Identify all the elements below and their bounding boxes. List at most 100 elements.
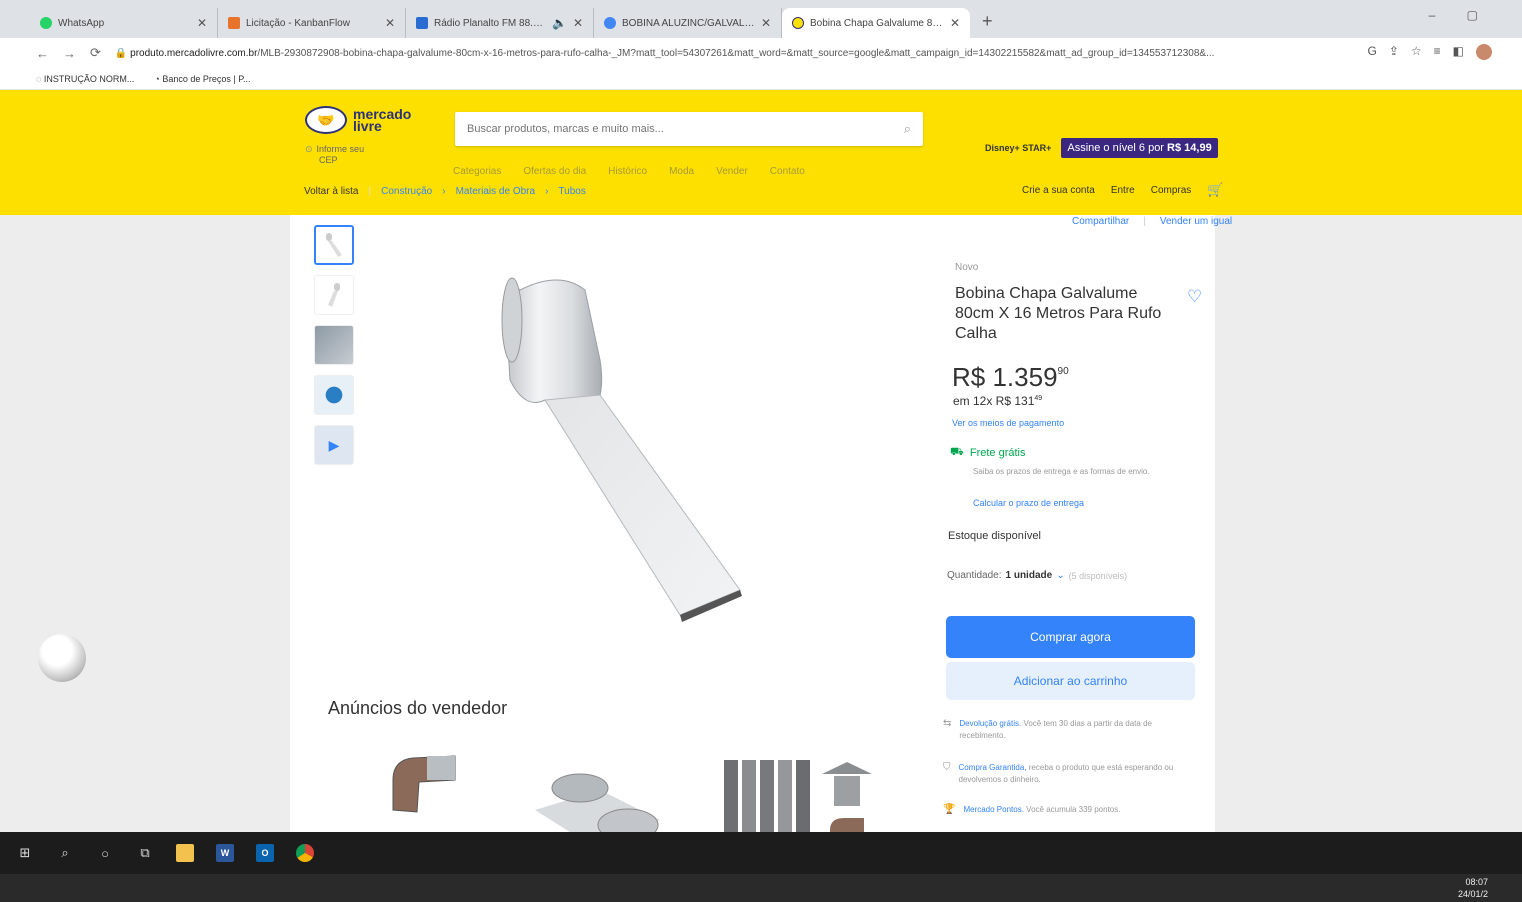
radio-icon xyxy=(416,17,428,29)
globe-icon: ◌ xyxy=(36,73,44,84)
google-lens-icon[interactable]: G xyxy=(1367,44,1376,60)
crumb-construcao[interactable]: Construção xyxy=(381,186,432,197)
chevron-down-icon: ⌄ xyxy=(1056,570,1065,581)
browser-tab-bar: WhatsApp ✕ Licitação - KanbanFlow ✕ Rádi… xyxy=(0,0,1522,38)
word-icon[interactable]: W xyxy=(216,844,234,862)
mercado-points-link[interactable]: Mercado Pontos. xyxy=(963,805,1023,814)
shield-icon: ⛉ xyxy=(943,762,951,773)
nav-contato[interactable]: Contato xyxy=(770,166,805,177)
nav-ofertas[interactable]: Ofertas do dia xyxy=(523,166,586,177)
quantity-selector[interactable]: Quantidade: 1 unidade ⌄ (5 disponíveis) xyxy=(947,570,1127,581)
close-icon[interactable]: ✕ xyxy=(385,16,395,30)
mercadolivre-icon xyxy=(792,17,804,29)
bookmark-banco-precos[interactable]: ◔ Banco de Preços | P... xyxy=(154,74,250,84)
buy-now-button[interactable]: Comprar agora xyxy=(946,616,1195,658)
url-field[interactable]: 🔒 produto.mercadolivre.com.br/MLB-293087… xyxy=(115,48,1315,59)
address-bar: ← → ⟳ 🔒 produto.mercadolivre.com.br/MLB-… xyxy=(0,38,1522,68)
tab-whatsapp[interactable]: WhatsApp ✕ xyxy=(30,8,218,38)
tab-bobina-active[interactable]: Bobina Chapa Galvalume 80cm ✕ xyxy=(782,8,970,38)
location-pin-icon: ⊙ xyxy=(305,144,313,154)
windows-start-icon[interactable]: ⊞ xyxy=(16,844,34,862)
back-icon[interactable]: ← xyxy=(36,46,49,61)
create-account-link[interactable]: Crie a sua conta xyxy=(1022,185,1095,196)
header-nav: Categorias Ofertas do dia Histórico Moda… xyxy=(453,166,805,177)
calculate-shipping-link[interactable]: Calcular o prazo de entrega xyxy=(973,498,1084,508)
window-controls[interactable]: – ▢ xyxy=(1429,8,1492,22)
search-input[interactable] xyxy=(467,123,867,135)
kanbanflow-icon xyxy=(228,17,240,29)
close-icon[interactable]: ✕ xyxy=(197,16,207,30)
bookmarks-bar: ◌ INSTRUÇÃO NORM... ◔ Banco de Preços | … xyxy=(0,68,1522,90)
address-bar-actions: G ⇪ ☆ ≡ ◧ xyxy=(1367,44,1492,60)
nav-moda[interactable]: Moda xyxy=(669,166,694,177)
tab-radio-planalto[interactable]: Rádio Planalto FM 88.3 - Pi 🔈 ✕ xyxy=(406,8,594,38)
seller-ad-elbow[interactable] xyxy=(383,750,457,820)
crumb-materiais[interactable]: Materiais de Obra xyxy=(456,186,535,197)
taskbar-clock[interactable]: 08:07 24/01/2 xyxy=(1458,876,1488,900)
speaker-icon[interactable]: 🔈 xyxy=(552,16,567,30)
benefit-points: 🏆 Mercado Pontos. Você acumula 339 ponto… xyxy=(943,804,1121,815)
cart-icon[interactable]: 🛒 xyxy=(1207,182,1223,198)
nav-categorias[interactable]: Categorias xyxy=(453,166,501,177)
reload-icon[interactable]: ⟳ xyxy=(90,45,101,61)
task-view-icon[interactable]: ⧉ xyxy=(136,844,154,862)
login-link[interactable]: Entre xyxy=(1111,185,1135,196)
share-icon[interactable]: ⇪ xyxy=(1389,44,1399,60)
search-icon[interactable]: ⌕ xyxy=(904,121,911,137)
thumbnail-1[interactable] xyxy=(314,225,354,265)
share-link[interactable]: Compartilhar xyxy=(1072,216,1129,227)
close-icon[interactable]: ✕ xyxy=(573,16,583,30)
tab-google-bobina[interactable]: BOBINA ALUZINC/GALVALUME ✕ xyxy=(594,8,782,38)
new-tab-button[interactable]: + xyxy=(970,11,1005,38)
windows-taskbar: ⊞ ⌕ ○ ⧉ W O 08:07 24/01/2 xyxy=(0,832,1522,902)
seller-ads-heading: Anúncios do vendedor xyxy=(328,698,508,718)
search-icon[interactable]: ⌕ xyxy=(56,844,74,862)
search-box: ⌕ xyxy=(455,112,923,146)
reading-list-icon[interactable]: ≡ xyxy=(1434,44,1441,60)
share-links: Compartilhar | Vender um igual xyxy=(1072,216,1233,227)
cortana-icon[interactable]: ○ xyxy=(96,844,114,862)
sell-similar-link[interactable]: Vender um igual xyxy=(1160,216,1232,227)
add-to-cart-button[interactable]: Adicionar ao carrinho xyxy=(946,662,1195,700)
thumbnail-3[interactable] xyxy=(314,325,354,365)
forward-icon[interactable]: → xyxy=(63,46,76,61)
crumb-tubos[interactable]: Tubos xyxy=(558,186,585,197)
trophy-icon: 🏆 xyxy=(943,804,956,815)
tab-kanbanflow[interactable]: Licitação - KanbanFlow ✕ xyxy=(218,8,406,38)
close-icon[interactable]: ✕ xyxy=(950,16,960,30)
product-main-image[interactable] xyxy=(470,260,770,630)
benefit-guaranteed-purchase: ⛉ Compra Garantida, receba o produto que… xyxy=(943,762,1174,784)
close-icon[interactable]: ✕ xyxy=(761,16,771,30)
heart-icon[interactable]: ♡ xyxy=(1187,287,1202,307)
free-shipping: ⛟ Frete grátis xyxy=(950,446,1026,459)
chrome-icon[interactable] xyxy=(296,844,314,862)
product-condition: Novo xyxy=(955,262,979,273)
breadcrumb: Voltar à lista | Construção › Materiais … xyxy=(304,186,586,197)
cep-selector[interactable]: ⊙ Informe seu CEP xyxy=(305,144,364,166)
google-icon xyxy=(604,17,616,29)
free-return-link[interactable]: Devolução grátis. xyxy=(959,719,1021,728)
lock-icon: 🔒 xyxy=(114,47,131,59)
outlook-icon[interactable]: O xyxy=(256,844,274,862)
nav-vender[interactable]: Vender xyxy=(716,166,748,177)
disney-promo[interactable]: Disney+ STAR+ Assine o nível 6 por R$ 14… xyxy=(985,138,1218,158)
payment-methods-link[interactable]: Ver os meios de pagamento xyxy=(952,418,1064,428)
coil-thumb-icon xyxy=(328,283,340,307)
bookmark-instrucao[interactable]: ◌ INSTRUÇÃO NORM... xyxy=(36,74,134,84)
file-explorer-icon[interactable] xyxy=(176,844,194,862)
star-icon[interactable]: ☆ xyxy=(1411,44,1422,60)
purchases-link[interactable]: Compras xyxy=(1151,185,1192,196)
installments: em 12x R$ 13149 xyxy=(953,394,1043,408)
guaranteed-purchase-link[interactable]: Compra Garantida, xyxy=(959,763,1027,772)
thumbnail-4[interactable] xyxy=(314,375,354,415)
side-panel-icon[interactable]: ◧ xyxy=(1453,44,1464,60)
profile-avatar[interactable] xyxy=(1476,44,1492,60)
screen-glare xyxy=(38,634,86,682)
mercadolivre-logo[interactable]: 🤝 mercado livre xyxy=(305,106,411,134)
thumbnail-video[interactable]: ▶ xyxy=(314,425,354,465)
thumbnail-2[interactable] xyxy=(314,275,354,315)
taskbar-icons: ⊞ ⌕ ○ ⧉ W O xyxy=(0,832,1522,874)
back-to-list-link[interactable]: Voltar à lista xyxy=(304,186,358,197)
page-background-left xyxy=(0,215,290,850)
nav-historico[interactable]: Histórico xyxy=(608,166,647,177)
